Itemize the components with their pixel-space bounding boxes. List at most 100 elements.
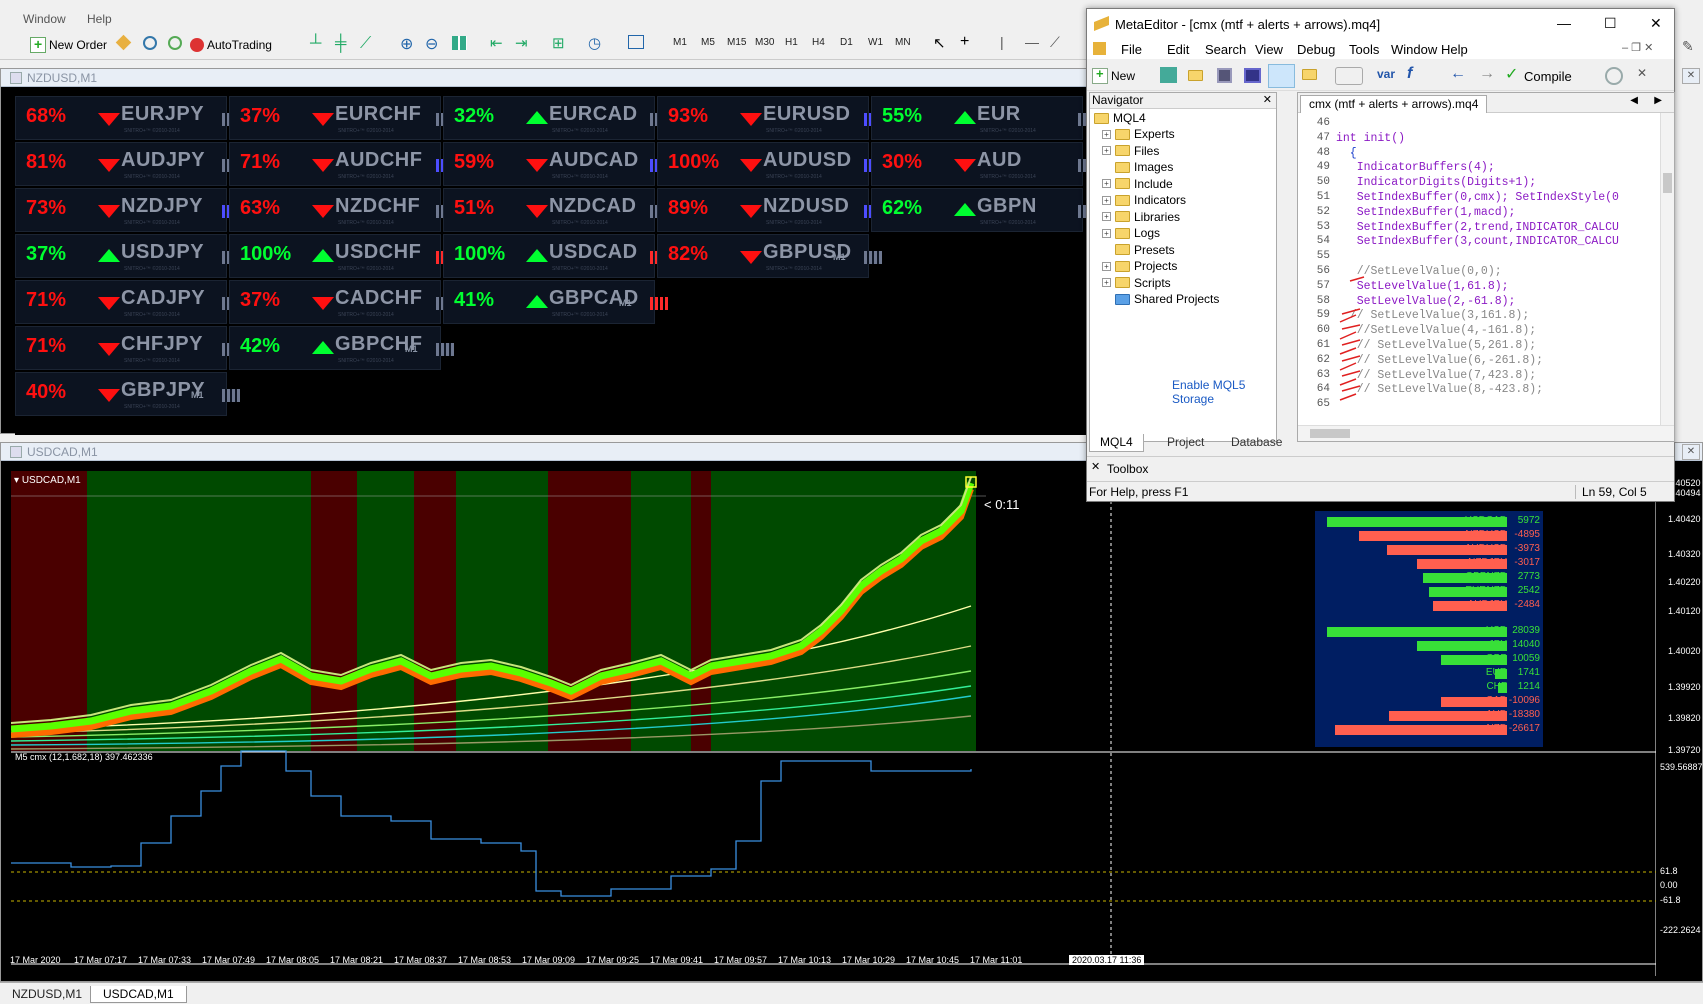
nav-tab-database[interactable]: Database	[1221, 434, 1292, 452]
tf-m30[interactable]: M30	[755, 37, 774, 48]
scrollbar-thumb[interactable]	[1310, 429, 1350, 438]
tf-h4[interactable]: H4	[812, 37, 825, 48]
enable-storage-link[interactable]: Enable MQL5 Storage	[1172, 378, 1276, 406]
compile-button[interactable]: ✓ Compile	[1505, 66, 1572, 86]
save-icon[interactable]	[1217, 68, 1232, 83]
nav-folder[interactable]: + Include	[1102, 177, 1173, 191]
me-menu-edit[interactable]: Edit	[1167, 42, 1189, 57]
nav-folder[interactable]: Presets	[1102, 243, 1175, 257]
close-icon[interactable]: ✕	[1263, 93, 1272, 108]
close-icon[interactable]: ✕	[1682, 444, 1700, 460]
styler-icon[interactable]	[1335, 67, 1363, 85]
expand-icon[interactable]: +	[1102, 146, 1111, 155]
insert-variable-icon[interactable]: var	[1377, 67, 1395, 81]
gold-icon[interactable]	[115, 34, 132, 51]
vertical-line-icon[interactable]: |	[1000, 34, 1004, 50]
signals-icon[interactable]	[168, 36, 182, 50]
toolbox-toggle-icon[interactable]	[1302, 69, 1317, 80]
trend-zone	[691, 471, 711, 751]
close-icon[interactable]: ✕	[1682, 68, 1700, 84]
autotrading-button[interactable]: AutoTrading	[190, 35, 272, 55]
minimize-icon[interactable]: —	[1557, 15, 1571, 31]
me-menu-file[interactable]: File	[1121, 42, 1142, 57]
new-order-button[interactable]: + New Order	[30, 35, 107, 55]
document-icon[interactable]	[1093, 42, 1106, 55]
tab-nzdusd[interactable]: NZDUSD,M1	[0, 986, 94, 1003]
price-chart-area[interactable]: ▾ USDCAD,M1 < 0:11 M5 cmx (12,1.682,18) …	[11, 471, 1656, 976]
navigator-toggle-icon[interactable]	[1268, 64, 1295, 88]
market-icon[interactable]	[143, 36, 157, 50]
me-menu-tools[interactable]: Tools	[1349, 42, 1379, 57]
trendline-icon[interactable]: ⟋	[1050, 34, 1060, 51]
tile-windows-icon[interactable]	[452, 36, 467, 50]
periods-icon[interactable]: ◷	[588, 34, 601, 52]
new-project-icon[interactable]	[1160, 67, 1177, 83]
horizontal-line-icon[interactable]: —	[1025, 34, 1039, 50]
expand-icon[interactable]: +	[1102, 195, 1111, 205]
expand-icon[interactable]: +	[1102, 212, 1111, 221]
close-icon[interactable]: ✕	[1091, 460, 1100, 473]
maximize-icon[interactable]: ☐	[1604, 15, 1617, 32]
line-chart-icon[interactable]: ⟋	[360, 35, 371, 53]
mdi-controls-icon[interactable]: – ❐ ✕	[1622, 41, 1653, 54]
expand-icon[interactable]: +	[1102, 278, 1111, 287]
indicators-icon[interactable]: ⊞	[552, 34, 565, 52]
tf-m5[interactable]: M5	[701, 37, 715, 48]
chart-symbol-label[interactable]: ▾ USDCAD,M1	[14, 475, 81, 486]
tf-m1[interactable]: M1	[673, 37, 687, 48]
tf-m15[interactable]: M15	[727, 37, 746, 48]
horizontal-scrollbar[interactable]	[1298, 425, 1674, 441]
back-icon[interactable]: ←	[1450, 65, 1466, 83]
nav-folder[interactable]: + Files	[1102, 144, 1159, 158]
forward-icon[interactable]: →	[1479, 65, 1495, 83]
tf-w1[interactable]: W1	[868, 37, 883, 48]
vertical-scrollbar[interactable]	[1660, 113, 1674, 425]
function-icon[interactable]: f	[1407, 65, 1412, 83]
zoom-out-icon[interactable]: ⊖	[425, 34, 438, 54]
templates-icon[interactable]	[628, 35, 644, 49]
nav-folder[interactable]: + Experts	[1102, 127, 1175, 141]
me-menu-help[interactable]: Help	[1441, 42, 1468, 57]
candle-chart-icon[interactable]: ╪	[335, 35, 346, 53]
nav-root[interactable]: MQL4	[1094, 111, 1146, 125]
zoom-in-icon[interactable]: ⊕	[400, 34, 413, 54]
save-all-icon[interactable]	[1244, 68, 1261, 83]
nav-tab-mql4[interactable]: MQL4	[1089, 434, 1144, 452]
indicator-tick-label: 539.56887	[1660, 762, 1703, 772]
expand-icon[interactable]: +	[1102, 261, 1111, 271]
crosshair-icon[interactable]: +	[960, 33, 969, 51]
chart-shift-icon[interactable]: ⇥	[515, 34, 528, 52]
new-file-button[interactable]: + New	[1092, 66, 1135, 86]
close-icon[interactable]: ✕	[1637, 66, 1647, 80]
cursor-icon[interactable]: ↖	[933, 34, 946, 52]
nav-folder[interactable]: + Logs	[1102, 226, 1160, 240]
nav-folder[interactable]: + Projects	[1102, 259, 1177, 273]
tab-usdcad[interactable]: USDCAD,M1	[90, 986, 187, 1003]
nav-folder[interactable]: Shared Projects	[1102, 292, 1219, 306]
nav-folder[interactable]: + Scripts	[1102, 276, 1171, 290]
tf-d1[interactable]: D1	[840, 37, 853, 48]
nav-tab-project[interactable]: Project	[1157, 434, 1214, 452]
expand-icon[interactable]: +	[1102, 228, 1111, 238]
me-menu-debug[interactable]: Debug	[1297, 42, 1335, 57]
bar-chart-icon[interactable]: ┴	[310, 35, 321, 53]
nav-folder[interactable]: + Indicators	[1102, 193, 1186, 207]
nav-folder-label: Images	[1134, 160, 1174, 174]
autoscroll-icon[interactable]: ⇤	[490, 34, 503, 52]
open-icon[interactable]	[1188, 70, 1203, 81]
me-menu-view[interactable]: View	[1255, 42, 1283, 57]
scrollbar-thumb[interactable]	[1663, 173, 1672, 193]
nav-folder[interactable]: Images	[1102, 160, 1173, 174]
expand-icon[interactable]: +	[1102, 179, 1111, 188]
nav-folder[interactable]: + Libraries	[1102, 210, 1180, 224]
pen-icon[interactable]: ✎	[1682, 38, 1694, 55]
menu-help[interactable]: Help	[87, 12, 112, 26]
debug-start-icon[interactable]	[1605, 67, 1623, 85]
expand-icon[interactable]: +	[1102, 129, 1111, 139]
close-icon[interactable]: ✕	[1650, 15, 1662, 32]
tf-h1[interactable]: H1	[785, 37, 798, 48]
tf-mn[interactable]: MN	[895, 37, 911, 48]
me-menu-search[interactable]: Search	[1205, 42, 1246, 57]
menu-window[interactable]: Window	[23, 12, 66, 26]
me-menu-window[interactable]: Window	[1391, 42, 1437, 57]
